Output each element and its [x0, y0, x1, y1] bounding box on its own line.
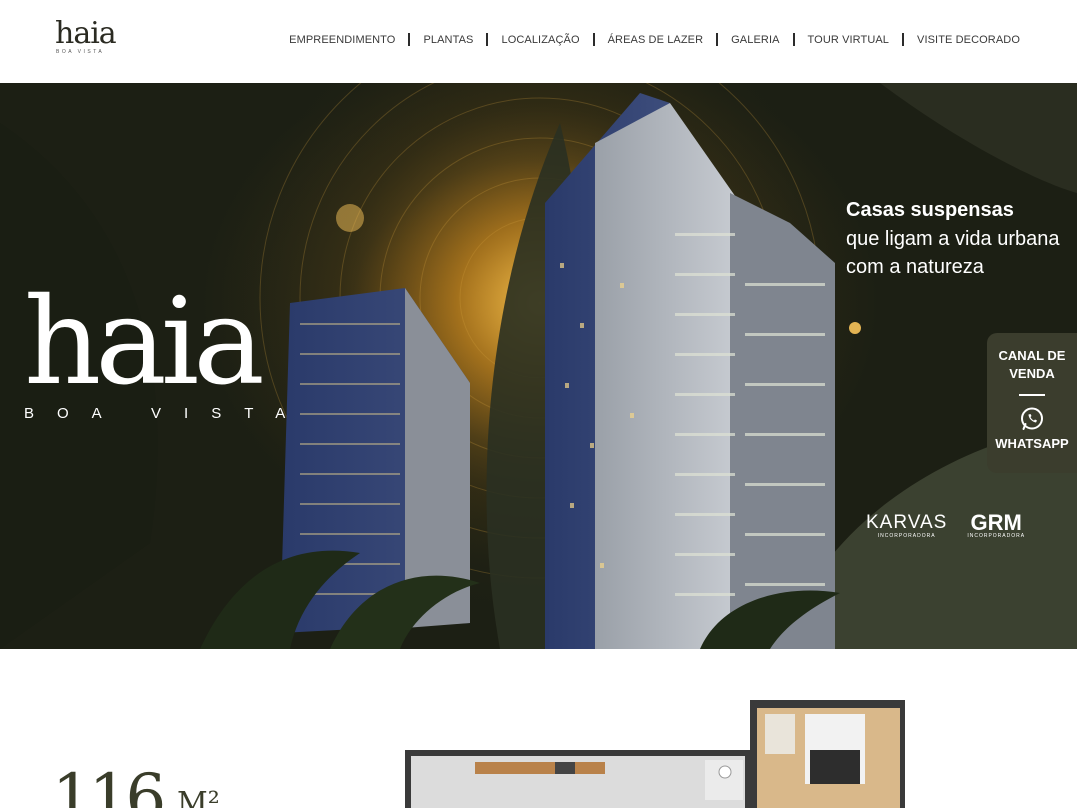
- main-nav: EMPREENDIMENTO PLANTAS LOCALIZAÇÃO ÁREAS…: [289, 33, 1020, 46]
- nav-divider: [408, 33, 411, 46]
- whatsapp-tab-title: CANAL DE VENDA: [998, 348, 1066, 381]
- site-header: haia BOA VISTA EMPREENDIMENTO PLANTAS LO…: [0, 0, 1077, 83]
- nav-tour-virtual[interactable]: TOUR VIRTUAL: [808, 34, 889, 46]
- whatsapp-tab-label: WHATSAPP: [995, 435, 1069, 451]
- hero-logo-subtitle: BOA VISTA: [24, 405, 309, 422]
- hero-logo-wordmark: haia: [24, 273, 265, 412]
- nav-areas-de-lazer[interactable]: ÁREAS DE LAZER: [608, 34, 704, 46]
- karvas-logo: KARVAS INCORPORADORA: [866, 512, 948, 540]
- nav-divider: [716, 33, 719, 46]
- partner-logos: KARVAS INCORPORADORA GRM INCORPORADORA: [866, 510, 1045, 540]
- whatsapp-icon: [1021, 407, 1043, 430]
- tagline-headline: Casas suspensas: [846, 199, 1014, 221]
- nav-localizacao[interactable]: LOCALIZAÇÃO: [501, 34, 579, 46]
- nav-plantas[interactable]: PLANTAS: [423, 34, 473, 46]
- hero-banner: haia BOA VISTA Casas suspensas que ligam…: [0, 83, 1077, 649]
- nav-galeria[interactable]: GALERIA: [731, 34, 779, 46]
- hero-logo: haia BOA VISTA: [24, 283, 314, 443]
- logo-wordmark: haia: [55, 16, 117, 51]
- nav-divider: [486, 33, 489, 46]
- plan-area-unit: M²: [177, 786, 220, 808]
- nav-divider: [592, 33, 595, 46]
- nav-empreendimento[interactable]: EMPREENDIMENTO: [289, 34, 395, 46]
- tagline-body: que ligam a vida urbana com a natureza: [846, 227, 1060, 279]
- plan-area-number: 116: [52, 761, 166, 808]
- hero-tagline: Casas suspensas que ligam a vida urbana …: [846, 196, 1066, 282]
- nav-divider: [902, 33, 905, 46]
- grm-logo: GRM INCORPORADORA: [967, 510, 1026, 540]
- whatsapp-sales-button[interactable]: CANAL DE VENDA WHATSAPP: [987, 333, 1077, 473]
- floorplan-image: [405, 700, 905, 808]
- brand-logo[interactable]: haia BOA VISTA: [55, 18, 125, 58]
- nav-visite-decorado[interactable]: VISITE DECORADO: [917, 34, 1020, 46]
- whatsapp-tab-divider: [1019, 394, 1045, 396]
- nav-divider: [792, 33, 795, 46]
